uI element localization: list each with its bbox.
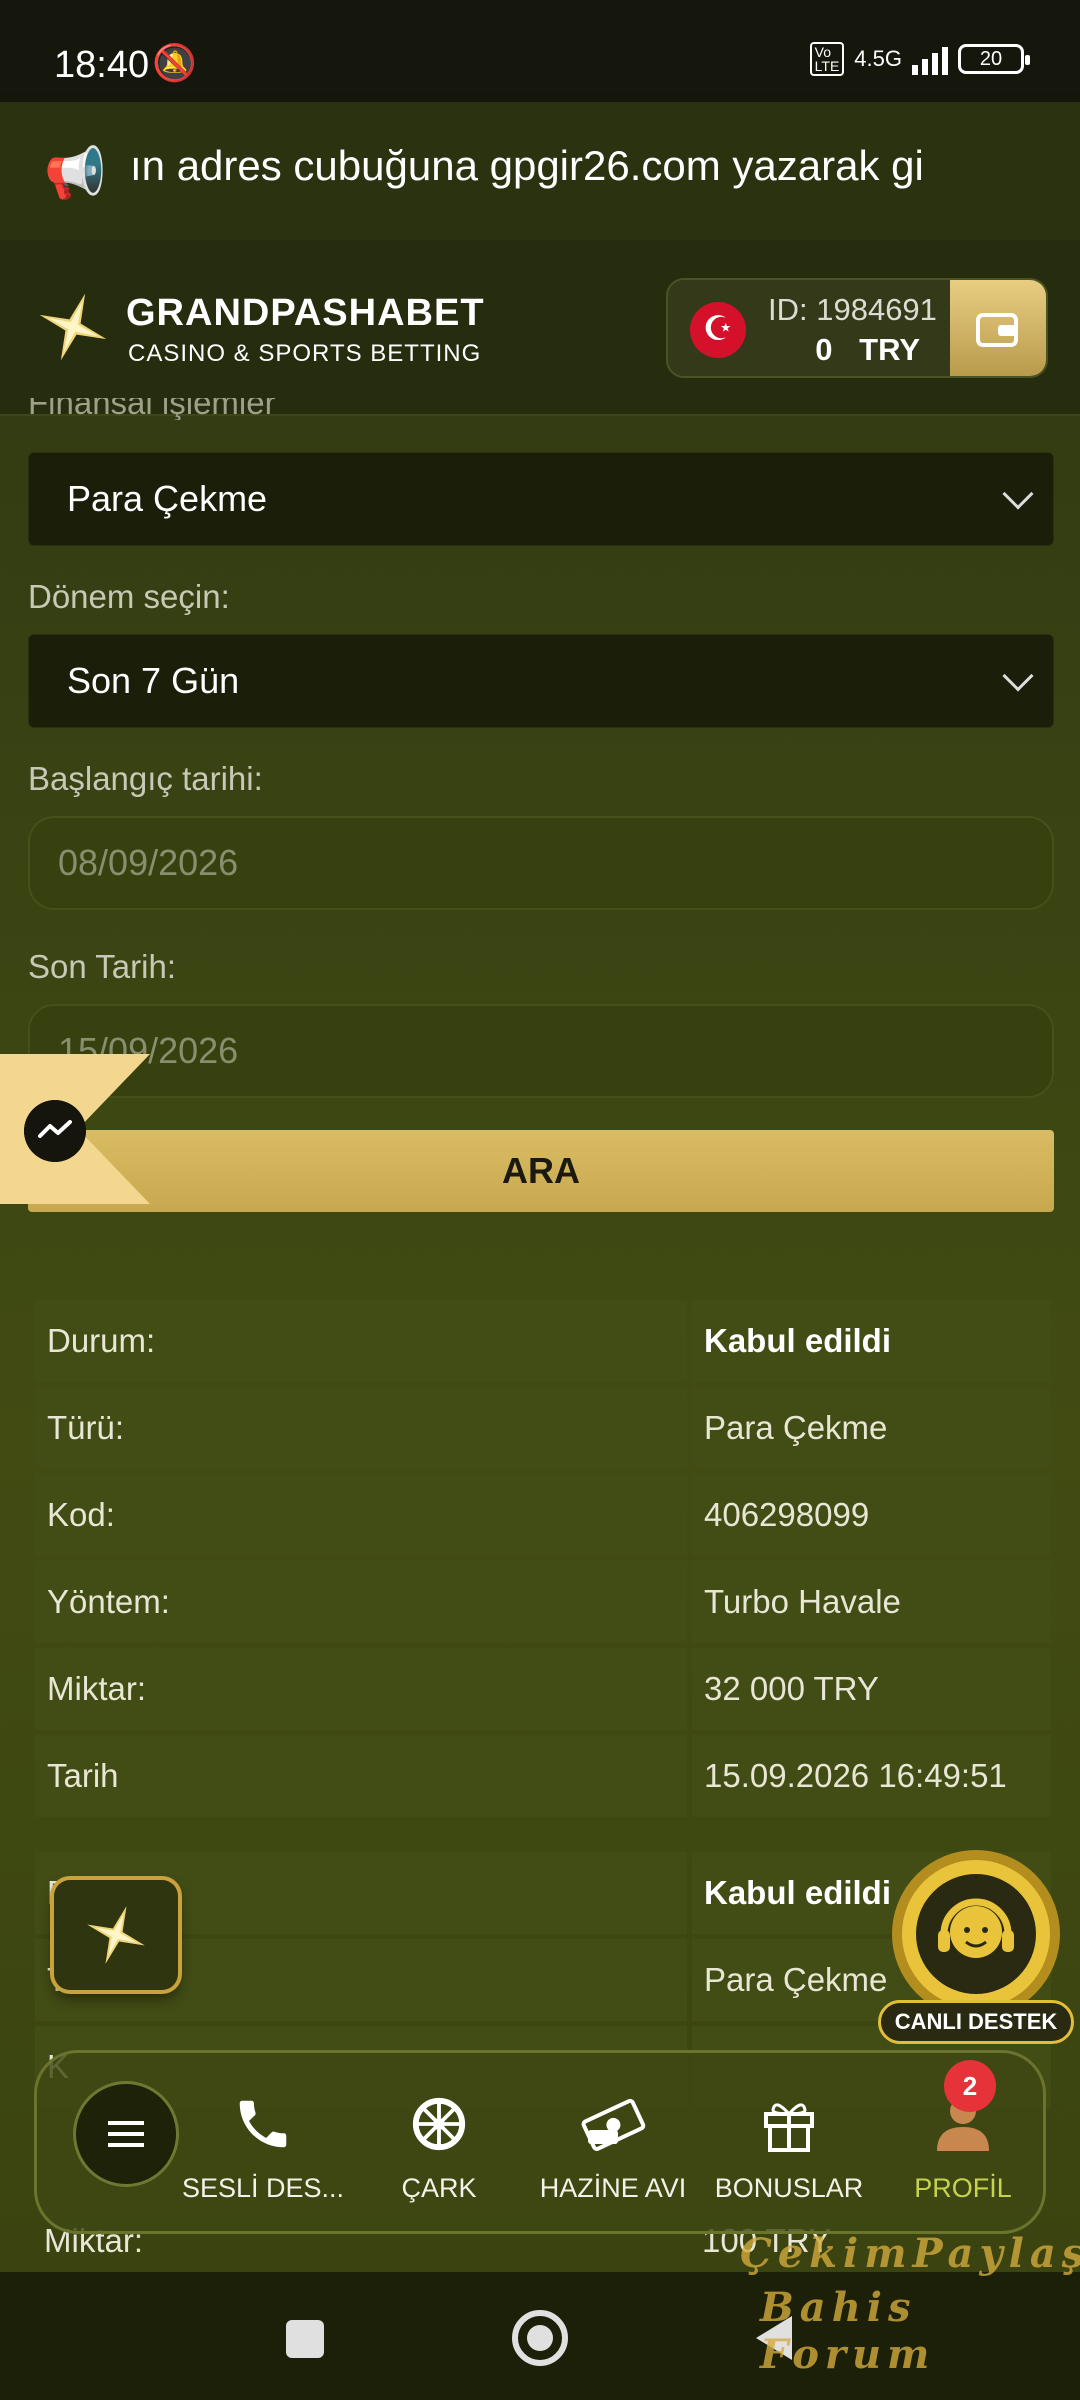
brand-tagline: CASINO & SPORTS BETTING xyxy=(128,340,482,367)
row-label: Kod: xyxy=(35,1474,687,1556)
row-label: Türü: xyxy=(35,1387,687,1469)
battery-icon: 20 xyxy=(958,44,1030,74)
gift-icon xyxy=(764,2103,814,2152)
row-label: Miktar: xyxy=(35,1648,687,1730)
start-date-label: Başlangıç tarihi: xyxy=(28,760,263,797)
end-date-label: Son Tarih: xyxy=(28,948,176,985)
chevron-down-icon xyxy=(1002,660,1034,692)
money-icon xyxy=(581,2098,646,2151)
end-date-field[interactable]: 15/09/2026 xyxy=(28,1004,1054,1098)
messenger-icon[interactable] xyxy=(24,1100,86,1162)
brand-name: GRANDPASHABET xyxy=(126,292,485,334)
logo-star-icon[interactable] xyxy=(36,290,110,364)
home-button[interactable] xyxy=(512,2310,568,2366)
headset-icon xyxy=(916,1874,1036,1994)
table-row: Tarih 15.09.2026 16:49:51 xyxy=(35,1735,1051,1817)
volte-icon: Vo LTE xyxy=(809,42,845,76)
bottom-navigation: SESLİ DES... ÇARK HAZİNE AVI BONUSLAR PR… xyxy=(34,2050,1046,2234)
network-type: 4.5G xyxy=(854,46,902,71)
status-value: Kabul edildi xyxy=(692,1300,1051,1382)
period-value: Son 7 Gün xyxy=(67,660,240,701)
period-select[interactable]: Son 7 Gün xyxy=(28,634,1054,728)
nav-item-treasure-hunt[interactable]: HAZİNE AVI xyxy=(525,2089,701,2204)
announcement-bar: 📢 ın adres cubuğuna gpgir26.com yazarak … xyxy=(0,102,1080,240)
star-logo-icon xyxy=(87,1906,145,1964)
nav-item-voice-support[interactable]: SESLİ DES... xyxy=(175,2089,351,2204)
transaction-card: Durum: Kabul edildi Türü: Para Çekme Kod: 4… xyxy=(30,1295,1056,1822)
row-value: 406298099 xyxy=(692,1474,1051,1556)
start-date-field[interactable]: 08/09/2026 xyxy=(28,816,1054,910)
wallet-icon xyxy=(976,313,1018,347)
floating-logo-button[interactable] xyxy=(54,1880,178,1990)
nav-label: ÇARK xyxy=(401,2173,477,2203)
account-id: ID: 1984691 xyxy=(768,292,937,327)
chevron-down-icon xyxy=(1002,478,1034,510)
announcement-text: ın adres cubuğuna gpgir26.com yazarak gi xyxy=(130,142,924,189)
nav-item-bonuses[interactable]: BONUSLAR xyxy=(701,2089,877,2204)
table-row: Durum: Kabul edildi xyxy=(35,1300,1051,1382)
account-balance: 0 TRY xyxy=(815,332,920,368)
nav-label: HAZİNE AVI xyxy=(539,2173,687,2203)
nav-label: PROFİL xyxy=(914,2173,1012,2203)
finance-type-value: Para Çekme xyxy=(67,478,268,519)
wallet-button[interactable] xyxy=(950,280,1046,376)
support-label: CANLI DESTEK xyxy=(878,2000,1074,2044)
nav-label: BONUSLAR xyxy=(714,2173,864,2203)
finance-label: Finansal işlemler xyxy=(28,398,276,420)
megaphone-icon: 📢 xyxy=(44,145,107,201)
nav-item-wheel[interactable]: ÇARK xyxy=(351,2089,527,2204)
phone-icon xyxy=(239,2100,287,2148)
period-label: Dönem seçin: xyxy=(28,578,230,615)
recent-apps-button[interactable] xyxy=(286,2320,324,2358)
row-label: Yöntem: xyxy=(35,1561,687,1643)
row-value: Turbo Havale xyxy=(692,1561,1051,1643)
notification-badge: 2 xyxy=(944,2060,996,2112)
table-row: Miktar: 32 000 TRY xyxy=(35,1648,1051,1730)
wheel-icon xyxy=(412,2097,466,2151)
table-row: Kod: 406298099 xyxy=(35,1474,1051,1556)
table-row: Türü: Para Çekme xyxy=(35,1387,1051,1469)
row-label: Tarih xyxy=(35,1735,687,1817)
account-widget[interactable]: ☪ ID: 1984691 0 TRY xyxy=(666,278,1048,378)
signal-icon xyxy=(912,43,948,75)
watermark-line1: ÇekimPaylaş xyxy=(740,2230,1080,2277)
balance-amount: 0 xyxy=(815,332,833,367)
status-indicators: Vo LTE 4.5G 20 xyxy=(809,42,1030,76)
status-bar: 18:40 🔕 Vo LTE 4.5G 20 xyxy=(0,0,1080,102)
table-row: Yöntem: Turbo Havale xyxy=(35,1561,1051,1643)
turkey-flag-icon: ☪ xyxy=(690,302,746,358)
search-button[interactable]: ARA xyxy=(28,1130,1054,1212)
balance-currency: TRY xyxy=(859,332,920,367)
bell-muted-icon: 🔕 xyxy=(152,42,197,83)
finance-type-select[interactable]: Para Çekme xyxy=(28,452,1054,546)
row-value: 15.09.2026 16:49:51 xyxy=(692,1735,1051,1817)
status-time: 18:40 xyxy=(54,44,150,86)
watermark-line2: Bahis Forum xyxy=(760,2284,936,2378)
nav-label: SESLİ DES... xyxy=(181,2173,345,2203)
site-header: GRANDPASHABET CASINO & SPORTS BETTING ☪ … xyxy=(0,240,1080,416)
row-value: 32 000 TRY xyxy=(692,1648,1051,1730)
row-label: Durum: xyxy=(35,1300,687,1382)
menu-button[interactable] xyxy=(73,2081,179,2187)
row-value: Para Çekme xyxy=(692,1387,1051,1469)
live-support-button[interactable]: CANLI DESTEK xyxy=(878,1850,1074,2046)
